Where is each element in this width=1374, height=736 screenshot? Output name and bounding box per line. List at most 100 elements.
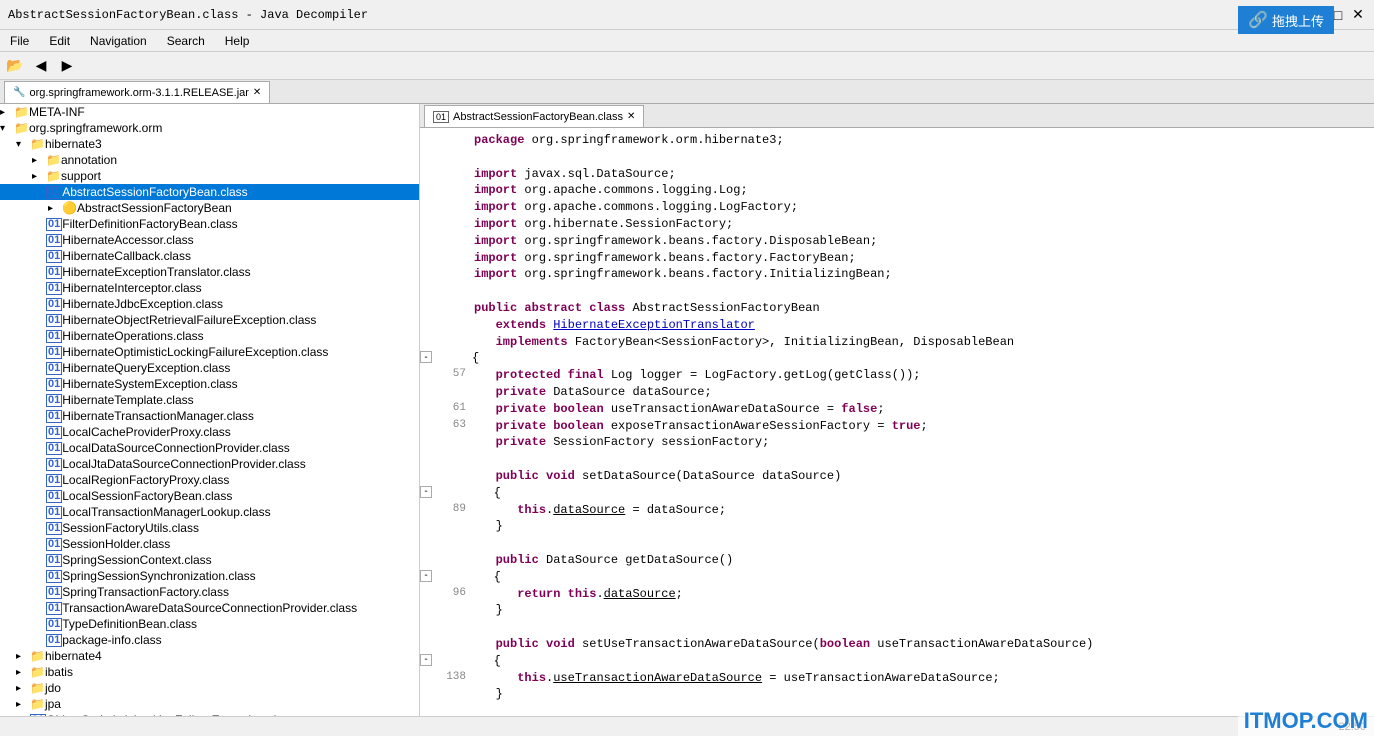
class-tab-label: AbstractSessionFactoryBean.class xyxy=(453,111,623,123)
close-button[interactable]: ✕ xyxy=(1350,7,1366,23)
tree-item[interactable]: 01 LocalRegionFactoryProxy.class xyxy=(0,472,419,488)
tree-item-label: HibernateInterceptor.class xyxy=(62,281,201,295)
tree-item-label: TypeDefinitionBean.class xyxy=(62,617,197,631)
tree-item[interactable]: 01 AbstractSessionFactoryBean.class xyxy=(0,184,419,200)
forward-button[interactable]: ▶ xyxy=(56,55,78,77)
tree-item[interactable]: 01 HibernateOptimisticLockingFailureExce… xyxy=(0,344,419,360)
menu-edit[interactable]: Edit xyxy=(43,32,76,50)
tree-item-label: jpa xyxy=(45,697,61,711)
tree-item-label: AbstractSessionFactoryBean xyxy=(77,201,232,215)
tree-expand-icon[interactable]: ▸ xyxy=(32,171,46,182)
tree-expand-icon[interactable]: ▸ xyxy=(16,683,30,694)
tree-item[interactable]: 01 package-info.class xyxy=(0,632,419,648)
tree-item[interactable]: 01 HibernateJdbcException.class xyxy=(0,296,419,312)
tree-item[interactable]: ▾📁 org.springframework.orm xyxy=(0,120,419,136)
tree-item-label: TransactionAwareDataSourceConnectionProv… xyxy=(62,601,357,615)
back-button[interactable]: ◀ xyxy=(30,55,52,77)
tree-expand-icon[interactable]: ▸ xyxy=(0,107,14,118)
tree-item[interactable]: 01 HibernateOperations.class xyxy=(0,328,419,344)
main-content: ▸📁 META-INF▾📁 org.springframework.orm▾📁 … xyxy=(0,104,1374,736)
code-line: public void setDataSource(DataSource dat… xyxy=(420,468,1374,485)
tree-item[interactable]: 01 HibernateExceptionTranslator.class xyxy=(0,264,419,280)
collapse-button[interactable]: - xyxy=(420,570,432,582)
tree-item[interactable]: 01 LocalTransactionManagerLookup.class xyxy=(0,504,419,520)
class-icon: 01 xyxy=(46,186,62,199)
tree-item[interactable]: ▸📁 jpa xyxy=(0,696,419,712)
tree-item[interactable]: 01 HibernateTransactionManager.class xyxy=(0,408,419,424)
tree-item[interactable]: ▸📁 ibatis xyxy=(0,664,419,680)
code-line: private SessionFactory sessionFactory; xyxy=(420,434,1374,451)
tree-item-label: ibatis xyxy=(45,665,73,679)
open-button[interactable]: 📂 xyxy=(4,55,26,77)
jar-tab[interactable]: 🔧 org.springframework.orm-3.1.1.RELEASE.… xyxy=(4,81,270,103)
code-line xyxy=(420,149,1374,166)
code-line: 63 private boolean exposeTransactionAwar… xyxy=(420,418,1374,435)
tree-expand-icon[interactable]: ▸ xyxy=(48,203,62,214)
tree-expand-icon[interactable]: ▸ xyxy=(16,651,30,662)
code-line xyxy=(420,619,1374,636)
menu-navigation[interactable]: Navigation xyxy=(84,32,153,50)
tree-item[interactable]: ▸📁 META-INF xyxy=(0,104,419,120)
tree-item-label: LocalJtaDataSourceConnectionProvider.cla… xyxy=(62,457,305,471)
tree-item-label: HibernateObjectRetrievalFailureException… xyxy=(62,313,316,327)
code-line: implements FactoryBean<SessionFactory>, … xyxy=(420,334,1374,351)
code-line: 96 return this.dataSource; xyxy=(420,586,1374,603)
tree-item[interactable]: 01 HibernateTemplate.class xyxy=(0,392,419,408)
class-icon: 01 xyxy=(46,490,62,503)
tree-item[interactable]: ▸🟡 AbstractSessionFactoryBean xyxy=(0,200,419,216)
class-icon: 01 xyxy=(46,298,62,311)
tree-item[interactable]: 01 HibernateCallback.class xyxy=(0,248,419,264)
tree-item[interactable]: 01 HibernateSystemException.class xyxy=(0,376,419,392)
tree-expand-icon[interactable]: ▸ xyxy=(16,699,30,710)
class-inner-icon: 🟡 xyxy=(62,201,77,215)
tree-item[interactable]: ▸📁 support xyxy=(0,168,419,184)
tree-item[interactable]: 01 LocalJtaDataSourceConnectionProvider.… xyxy=(0,456,419,472)
tree-item[interactable]: 01 SessionFactoryUtils.class xyxy=(0,520,419,536)
tree-item[interactable]: ▾📁 hibernate3 xyxy=(0,136,419,152)
tree-item[interactable]: 01 HibernateInterceptor.class xyxy=(0,280,419,296)
tree-expand-icon[interactable]: ▾ xyxy=(16,139,30,150)
tree-item[interactable]: 01 SpringTransactionFactory.class xyxy=(0,584,419,600)
tree-item-label: HibernateAccessor.class xyxy=(62,233,193,247)
code-line: import org.hibernate.SessionFactory; xyxy=(420,216,1374,233)
code-line: private DataSource dataSource; xyxy=(420,384,1374,401)
class-tab[interactable]: 01 AbstractSessionFactoryBean.class ✕ xyxy=(424,105,644,127)
class-icon: 01 xyxy=(46,538,62,551)
tree-item[interactable]: 01 HibernateObjectRetrievalFailureExcept… xyxy=(0,312,419,328)
class-icon: 01 xyxy=(46,250,62,263)
tree-item[interactable]: ▸📁 hibernate4 xyxy=(0,648,419,664)
tree-item[interactable]: 01 LocalDataSourceConnectionProvider.cla… xyxy=(0,440,419,456)
class-icon: 01 xyxy=(46,522,62,535)
tree-item[interactable]: 01 HibernateAccessor.class xyxy=(0,232,419,248)
tree-item[interactable]: ▸📁 jdo xyxy=(0,680,419,696)
menu-search[interactable]: Search xyxy=(161,32,211,50)
tree-item[interactable]: 01 HibernateQueryException.class xyxy=(0,360,419,376)
class-icon: 01 xyxy=(46,618,62,631)
tree-expand-icon[interactable]: ▸ xyxy=(32,155,46,166)
tree-item[interactable]: ▸📁 annotation xyxy=(0,152,419,168)
tree-item[interactable]: 01 SpringSessionContext.class xyxy=(0,552,419,568)
tree-item[interactable]: 01 LocalCacheProviderProxy.class xyxy=(0,424,419,440)
collapse-button[interactable]: - xyxy=(420,654,432,666)
menu-help[interactable]: Help xyxy=(219,32,256,50)
tree-item-label: META-INF xyxy=(29,105,85,119)
class-icon: 01 xyxy=(46,394,62,407)
tree-expand-icon[interactable]: ▸ xyxy=(16,667,30,678)
tree-item[interactable]: 01 TypeDefinitionBean.class xyxy=(0,616,419,632)
jar-tab-close[interactable]: ✕ xyxy=(253,87,261,98)
upload-button[interactable]: 🔗 拖拽上传 xyxy=(1238,6,1334,34)
tree-item[interactable]: 01 FilterDefinitionFactoryBean.class xyxy=(0,216,419,232)
class-icon: 01 xyxy=(46,570,62,583)
tree-item[interactable]: 01 LocalSessionFactoryBean.class xyxy=(0,488,419,504)
collapse-button[interactable]: - xyxy=(420,351,432,363)
collapse-button[interactable]: - xyxy=(420,486,432,498)
class-tab-close[interactable]: ✕ xyxy=(627,111,635,122)
file-tree: ▸📁 META-INF▾📁 org.springframework.orm▾📁 … xyxy=(0,104,419,728)
tree-item[interactable]: 01 TransactionAwareDataSourceConnectionP… xyxy=(0,600,419,616)
watermark: ITMOP.COM xyxy=(1238,706,1374,736)
tree-item-label: HibernateJdbcException.class xyxy=(62,297,223,311)
tree-item[interactable]: 01 SpringSessionSynchronization.class xyxy=(0,568,419,584)
menu-file[interactable]: File xyxy=(4,32,35,50)
tree-item[interactable]: 01 SessionHolder.class xyxy=(0,536,419,552)
tree-expand-icon[interactable]: ▾ xyxy=(0,123,14,134)
